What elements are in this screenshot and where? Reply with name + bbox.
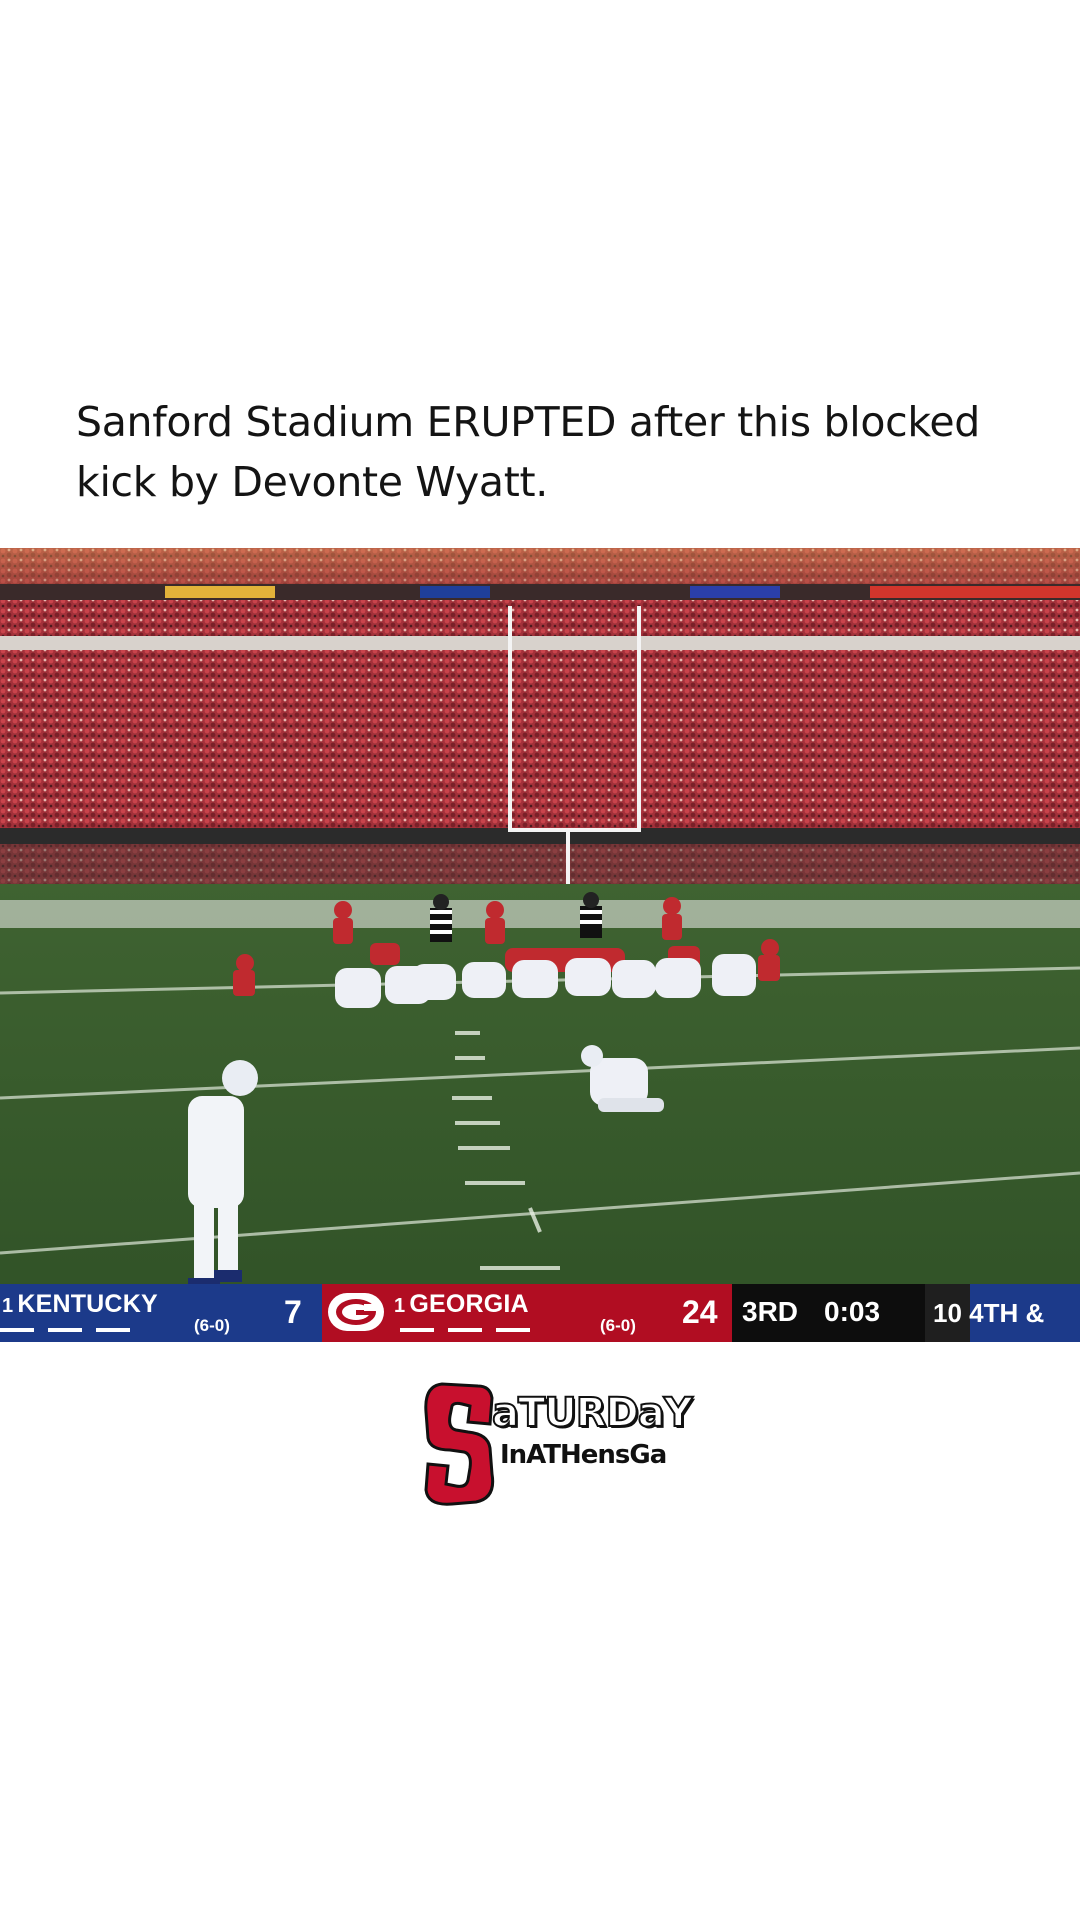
logo-text-saturday: aTURDaY xyxy=(491,1389,694,1437)
s-logo-icon xyxy=(424,1382,495,1506)
game-clock: 0:03 xyxy=(824,1296,881,1327)
scorebug: 1 KENTUCKY (6-0) 7 1 GEORGIA (6-0) 24 3R… xyxy=(0,1284,1080,1342)
away-record: (6-0) xyxy=(194,1316,230,1335)
scorebug-down-distance: 10 4TH & xyxy=(925,1284,1080,1342)
home-rank: 1 xyxy=(394,1295,406,1317)
down-distance: 10 4TH & xyxy=(933,1298,1045,1328)
home-timeouts xyxy=(400,1328,530,1332)
away-rank: 1 xyxy=(2,1295,14,1317)
scorebug-clock: 3RD 0:03 xyxy=(732,1284,925,1342)
logo-text-inathensga: InATHensGa xyxy=(500,1440,667,1470)
quarter: 3RD xyxy=(742,1296,799,1327)
home-score: 24 xyxy=(682,1294,718,1330)
home-team-name: GEORGIA xyxy=(409,1290,529,1318)
away-team-name: KENTUCKY xyxy=(17,1290,158,1318)
away-timeouts xyxy=(0,1328,130,1332)
away-score: 7 xyxy=(284,1294,302,1330)
post-caption: Sanford Stadium ERUPTED after this block… xyxy=(76,398,980,506)
scorebug-away-team: 1 KENTUCKY (6-0) 7 xyxy=(0,1284,322,1342)
saturday-in-athens-logo: aTURDaY InATHensGa xyxy=(420,1378,694,1514)
home-record: (6-0) xyxy=(600,1316,636,1335)
football-field-scene xyxy=(0,548,1080,1370)
scorebug-home-team: 1 GEORGIA (6-0) 24 xyxy=(322,1284,732,1342)
georgia-g-logo-icon xyxy=(328,1293,384,1331)
video-player[interactable]: 1 KENTUCKY (6-0) 7 1 GEORGIA (6-0) 24 3R… xyxy=(0,548,1080,1370)
